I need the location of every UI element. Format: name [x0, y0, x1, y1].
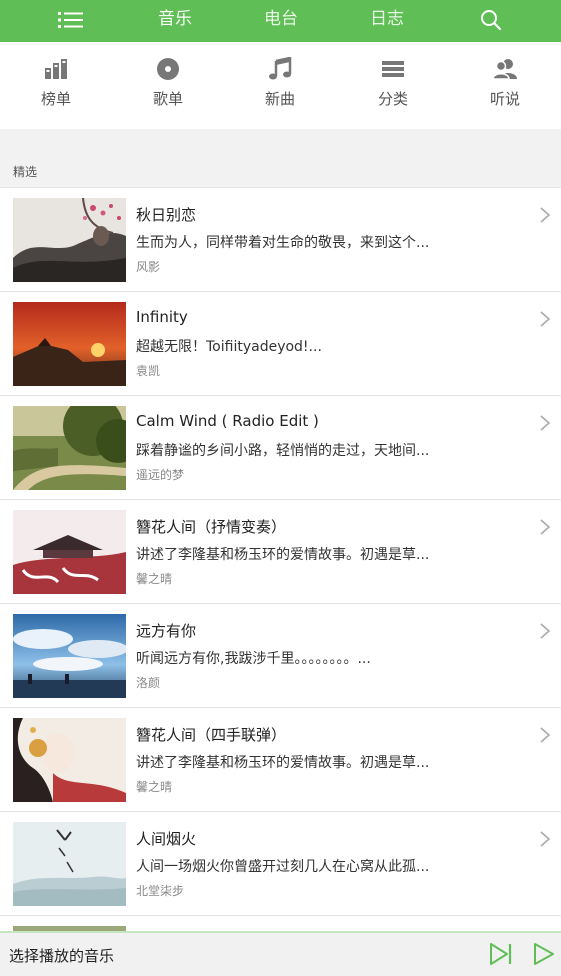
song-cover-image — [13, 614, 126, 698]
chevron-right-icon — [540, 623, 551, 639]
song-description: 生而为人，同样带着对生命的敬畏，来到这个... — [136, 235, 430, 251]
player-status-label: 选择播放的音乐 — [9, 947, 115, 965]
disc-icon — [157, 58, 179, 80]
chevron-right-icon — [540, 519, 551, 535]
category-label: 榜单 — [40, 90, 71, 108]
category-listen[interactable]: 听说 — [449, 42, 561, 129]
category-label: 听说 — [489, 90, 520, 108]
song-author: 袁凯 — [136, 364, 161, 378]
song-author: 风影 — [136, 260, 161, 274]
stack-layers-icon — [382, 61, 404, 77]
song-author: 洛颜 — [136, 676, 161, 690]
category-bar: 榜单 歌单 新曲 分类 听说 — [0, 42, 561, 129]
song-title: 远方有你 — [136, 622, 197, 640]
category-playlist[interactable]: 歌单 — [112, 42, 224, 129]
list-menu-icon[interactable] — [58, 11, 84, 29]
song-title: Calm Wind ( Radio Edit ) — [136, 412, 319, 430]
chevron-right-icon — [540, 311, 551, 327]
tab-log[interactable]: 日志 — [357, 0, 417, 42]
song-cover-image — [13, 406, 126, 490]
category-new-songs[interactable]: 新曲 — [224, 42, 336, 129]
skip-next-icon[interactable] — [488, 941, 514, 967]
song-title: 秋日别恋 — [136, 206, 197, 224]
song-description: 听闻远方有你,我跋涉千里。。。。。。。。... — [136, 651, 371, 667]
song-cover-image — [13, 198, 126, 282]
music-note-icon — [269, 57, 292, 80]
song-description: 踩着静谧的乡间小路，轻悄悄的走过，天地间... — [136, 443, 430, 459]
song-list-item[interactable]: 远方有你 听闻远方有你,我跋涉千里。。。。。。。。... 洛颜 — [0, 604, 561, 708]
ranking-bars-icon — [45, 59, 67, 79]
song-author: 北堂柒步 — [136, 884, 185, 898]
chevron-right-icon — [540, 207, 551, 223]
category-label: 分类 — [377, 90, 408, 108]
chevron-right-icon — [540, 727, 551, 743]
song-title: 人间烟火 — [136, 830, 197, 848]
tab-music[interactable]: 音乐 — [145, 0, 205, 42]
song-description: 人间一场烟火你曾盛开过刻几人在心窝从此孤... — [136, 859, 430, 875]
top-nav-bar: 音乐 电台 日志 — [0, 0, 561, 42]
song-list: 秋日别恋 生而为人，同样带着对生命的敬畏，来到这个... 风影 Infinity… — [0, 187, 561, 933]
song-list-item[interactable]: 簪花人间（抒情变奏） 讲述了李隆基和杨玉环的爱情故事。初遇是草... 馨之晴 — [0, 500, 561, 604]
song-description: 讲述了李隆基和杨玉环的爱情故事。初遇是草... — [136, 547, 430, 563]
song-author: 馨之晴 — [136, 572, 173, 586]
play-icon[interactable] — [530, 941, 556, 967]
song-list-item[interactable]: Infinity 超越无限！Toifiityadeyod!... 袁凯 — [0, 292, 561, 396]
search-icon[interactable] — [480, 9, 502, 31]
song-cover-image — [13, 302, 126, 386]
song-title: 簪花人间（抒情变奏） — [136, 518, 287, 536]
song-title: Infinity — [136, 308, 188, 326]
category-label: 新曲 — [264, 90, 295, 108]
song-list-item[interactable]: 簪花人间（四手联弹） 讲述了李隆基和杨玉环的爱情故事。初遇是草... 馨之晴 — [0, 708, 561, 812]
song-cover-image — [13, 510, 126, 594]
category-label: 歌单 — [152, 90, 183, 108]
player-bar: 选择播放的音乐 — [0, 931, 561, 976]
song-description: 超越无限！Toifiityadeyod!... — [136, 339, 322, 355]
song-title: 簪花人间（四手联弹） — [136, 726, 287, 744]
song-list-item[interactable]: 人间烟火 人间一场烟火你曾盛开过刻几人在心窝从此孤... 北堂柒步 — [0, 812, 561, 916]
song-list-item[interactable]: Calm Wind ( Radio Edit ) 踩着静谧的乡间小路，轻悄悄的走… — [0, 396, 561, 500]
song-author: 馨之晴 — [136, 780, 173, 794]
song-list-item[interactable]: 秋日别恋 生而为人，同样带着对生命的敬畏，来到这个... 风影 — [0, 188, 561, 292]
song-cover-image — [13, 718, 126, 802]
people-icon — [493, 59, 517, 80]
section-label-featured: 精选 — [13, 165, 38, 179]
song-description: 讲述了李隆基和杨玉环的爱情故事。初遇是草... — [136, 755, 430, 771]
chevron-right-icon — [540, 831, 551, 847]
song-cover-image — [13, 822, 126, 906]
category-genres[interactable]: 分类 — [337, 42, 449, 129]
song-author: 遥远的梦 — [136, 468, 185, 482]
category-ranking[interactable]: 榜单 — [0, 42, 112, 129]
chevron-right-icon — [540, 415, 551, 431]
tab-radio[interactable]: 电台 — [251, 0, 311, 42]
